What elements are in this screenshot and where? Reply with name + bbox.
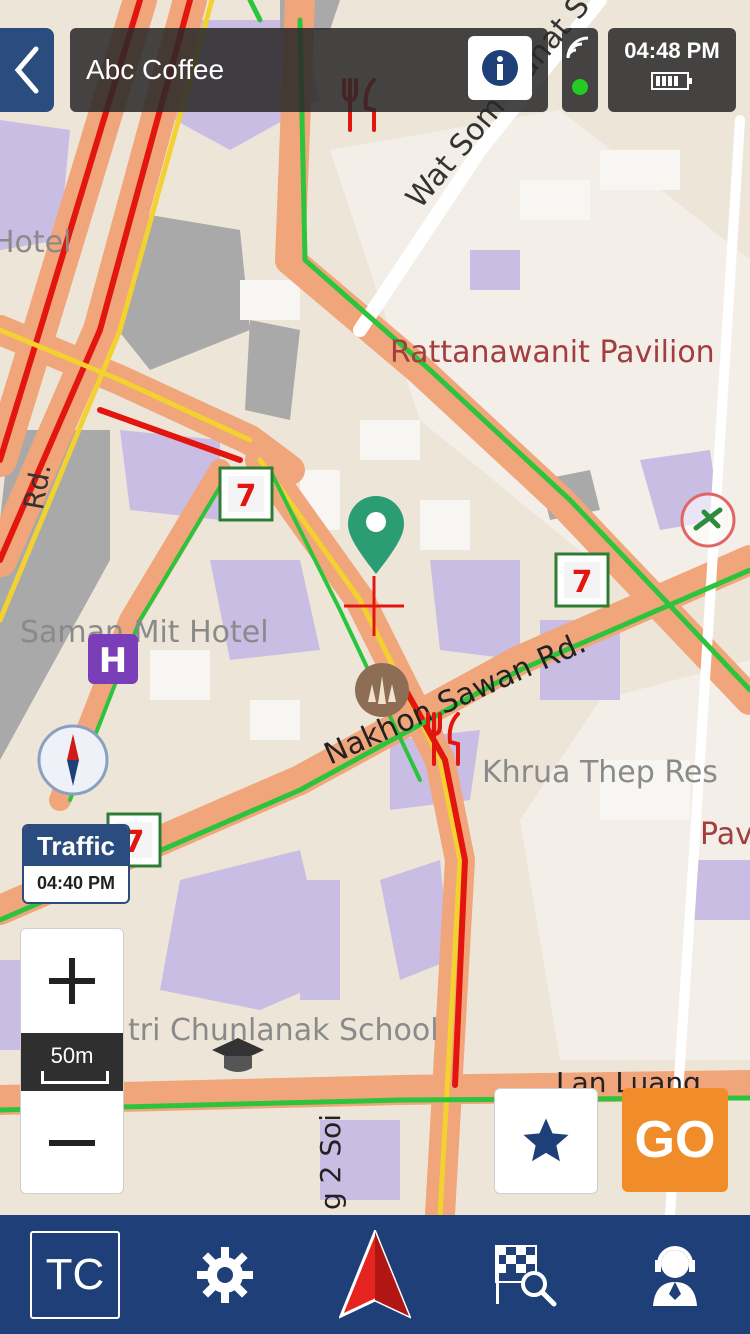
label-school: tri Chunlanak School [128, 1013, 439, 1048]
go-button[interactable]: GO [622, 1088, 728, 1192]
gps-signal-icon [566, 36, 589, 59]
traffic-time: 04:40 PM [36, 873, 116, 893]
back-button[interactable] [0, 28, 54, 112]
label-pav: Pav [700, 817, 750, 852]
map-scale: 50m [21, 1033, 123, 1091]
label-khrua-thep: Khrua Thep Res [482, 755, 718, 790]
tc-label: TC [30, 1230, 120, 1319]
nav-route-search-button[interactable] [490, 1215, 560, 1334]
info-button[interactable] [468, 36, 532, 100]
nav-support-button[interactable] [640, 1215, 710, 1334]
checkered-flag-search-icon [495, 1244, 557, 1306]
label-pavilion: Rattanawanit Pavilion [390, 335, 715, 370]
label-soi: g 2 Soi [314, 1114, 347, 1210]
traffic-label: Traffic [24, 826, 128, 866]
nav-settings-button[interactable] [190, 1215, 260, 1334]
svg-text:7: 7 [572, 565, 593, 600]
zoom-out-button[interactable] [21, 1091, 123, 1193]
seven-eleven-icon[interactable]: 7 [218, 466, 274, 522]
hotel-icon[interactable]: H [88, 634, 138, 684]
zoom-in-button[interactable] [21, 929, 123, 1033]
battery-icon [651, 72, 692, 90]
scale-bar [41, 1071, 109, 1084]
nav-navigation-button[interactable] [335, 1215, 415, 1334]
zoom-controls: 50m [20, 928, 124, 1194]
clock-time: 04:48 PM [624, 38, 720, 63]
minus-icon [49, 1140, 95, 1146]
location-title: Abc Coffee [86, 54, 225, 85]
label-hotel: Hotel [0, 225, 71, 260]
headset-user-icon [653, 1245, 697, 1306]
travel-agency-icon[interactable] [680, 492, 736, 548]
clock: 04:48 PM [608, 28, 736, 112]
traffic-badge[interactable]: Traffic 04:40 PM [22, 824, 130, 904]
chevron-left-icon [14, 46, 39, 94]
plus-icon [49, 958, 95, 1004]
bottom-nav: TC [0, 1215, 750, 1334]
label-saman-mit-hotel: Saman Mit Hotel [20, 615, 269, 650]
scale-label: 50m [50, 1043, 94, 1068]
svg-text:H: H [99, 641, 127, 681]
gps-status [562, 28, 598, 112]
favorite-button[interactable] [494, 1088, 598, 1194]
navigation-arrow-icon [339, 1229, 411, 1319]
gear-icon [197, 1246, 253, 1303]
seven-eleven-icon[interactable]: 7 [554, 552, 610, 608]
nav-tc-button[interactable]: TC [30, 1215, 120, 1334]
temple-icon[interactable] [355, 663, 409, 717]
star-icon [523, 1118, 569, 1162]
svg-text:7: 7 [236, 479, 257, 514]
gps-status-dot [572, 79, 588, 95]
info-icon [482, 50, 518, 86]
compass-icon[interactable] [37, 724, 109, 796]
